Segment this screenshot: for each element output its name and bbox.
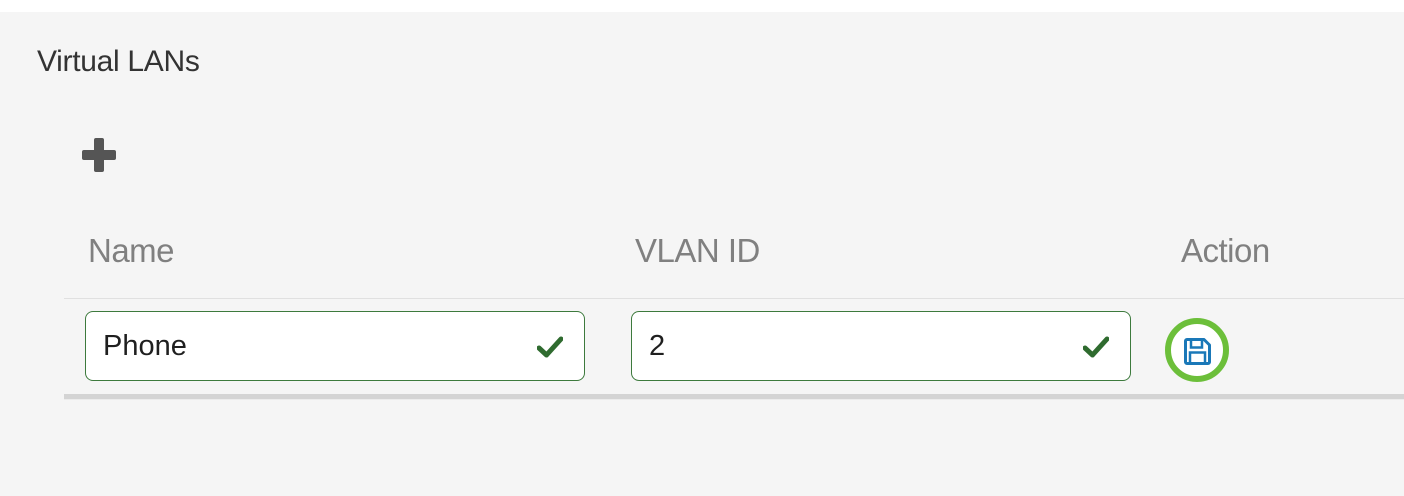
save-icon	[1184, 338, 1211, 365]
row-divider	[64, 394, 1404, 400]
virtual-lans-panel: Virtual LANs Name VLAN ID Action	[0, 12, 1404, 496]
vlan-id-input[interactable]	[632, 312, 1130, 380]
vlan-name-input[interactable]	[86, 312, 584, 380]
panel-title: Virtual LANs	[37, 45, 200, 78]
save-button[interactable]	[1165, 318, 1229, 382]
valid-check-icon	[537, 336, 563, 358]
add-vlan-button[interactable]	[80, 136, 118, 174]
valid-check-icon	[1083, 336, 1109, 358]
column-header-name: Name	[88, 232, 175, 269]
plus-icon	[80, 136, 118, 174]
vlan-name-field	[85, 311, 585, 381]
vlan-id-field	[631, 311, 1131, 381]
header-divider	[64, 298, 1404, 299]
column-header-action: Action	[1181, 232, 1270, 269]
column-header-vlan-id: VLAN ID	[635, 232, 760, 269]
